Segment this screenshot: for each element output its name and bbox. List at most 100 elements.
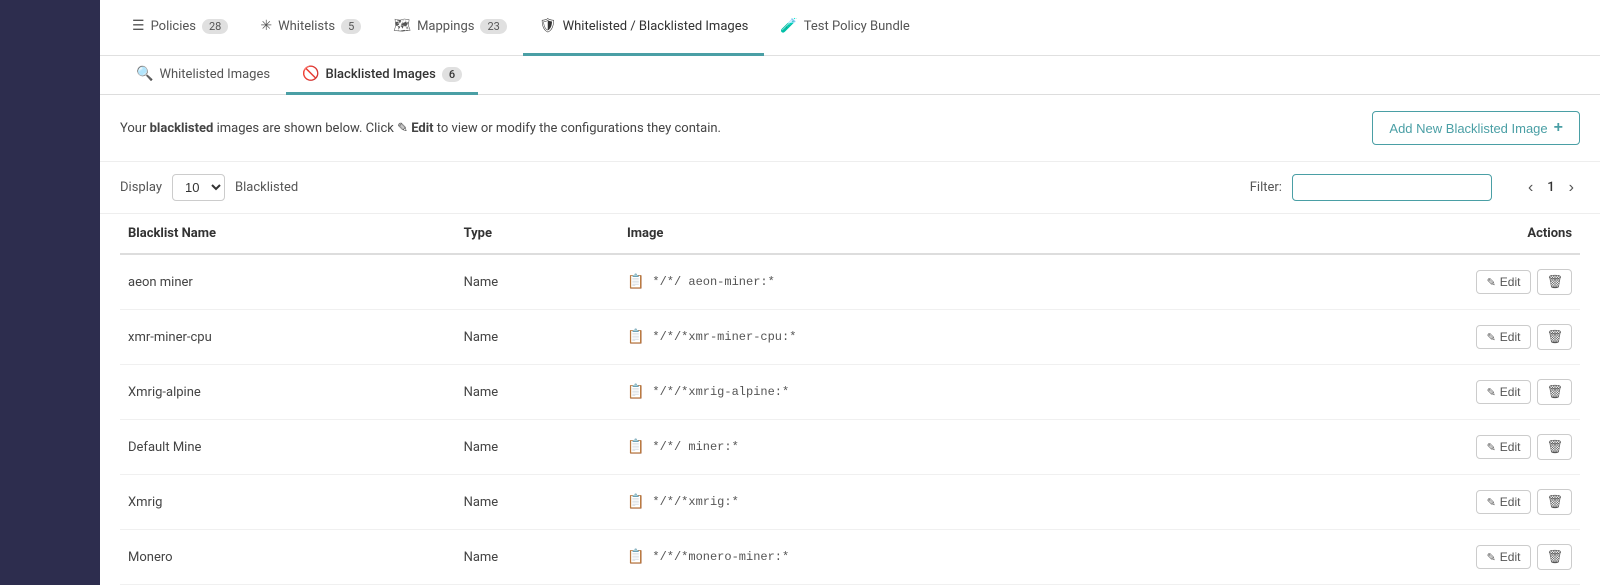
tab-mappings[interactable]: 🗺 Mappings 23 — [377, 0, 523, 56]
image-value-4: */*/*xmrig:* — [652, 495, 738, 509]
blacklisted-icon: 🚫 — [302, 66, 319, 82]
list-icon: ☰ — [132, 18, 145, 34]
sub-tab-blacklisted-label: Blacklisted Images — [326, 67, 436, 82]
table-header-row: Blacklist Name Type Image Actions — [120, 214, 1580, 254]
table-row: xmr-miner-cpu Name 📋 */*/*xmr-miner-cpu:… — [120, 310, 1580, 365]
prev-page-button[interactable]: ‹ — [1522, 177, 1539, 199]
table-row: Xmrig Name 📋 */*/*xmrig:* ✎ Edit 🗑 — [120, 475, 1580, 530]
cell-actions-3: ✎ Edit 🗑 — [1217, 420, 1580, 475]
blacklisted-bold: blacklisted — [150, 121, 214, 136]
mappings-icon: 🗺 — [393, 18, 411, 34]
edit-label-4: Edit — [1500, 495, 1521, 509]
trash-icon-2: 🗑 — [1546, 384, 1563, 399]
cell-type-1: Name — [456, 310, 619, 365]
table-container: Blacklist Name Type Image Actions aeon m… — [100, 214, 1600, 585]
filter-input[interactable] — [1292, 174, 1492, 201]
table-row: aeon miner Name 📋 */*/ aeon-miner:* ✎ Ed… — [120, 254, 1580, 310]
copy-icon-1: 📋 — [627, 329, 644, 346]
cell-actions-4: ✎ Edit 🗑 — [1217, 475, 1580, 530]
trash-icon-3: 🗑 — [1546, 439, 1563, 454]
main-content: ☰ Policies 28 ✳ Whitelists 5 🗺 Mappings … — [100, 0, 1600, 585]
cell-type-0: Name — [456, 254, 619, 310]
tab-whitelists-label: Whitelists — [278, 19, 335, 34]
cell-actions-1: ✎ Edit 🗑 — [1217, 310, 1580, 365]
toolbar-description: Your blacklisted images are shown below.… — [120, 121, 721, 136]
cell-image-0: 📋 */*/ aeon-miner:* — [619, 254, 1217, 310]
tab-mappings-label: Mappings — [417, 19, 474, 34]
edit-button-5[interactable]: ✎ Edit — [1476, 545, 1532, 569]
cell-type-3: Name — [456, 420, 619, 475]
cell-image-1: 📋 */*/*xmr-miner-cpu:* — [619, 310, 1217, 365]
delete-button-1[interactable]: 🗑 — [1537, 324, 1572, 350]
tab-whitelists-badge: 5 — [341, 19, 361, 34]
col-header-type: Type — [456, 214, 619, 254]
image-value-2: */*/*xmrig-alpine:* — [652, 385, 789, 399]
edit-label-1: Edit — [1500, 330, 1521, 344]
add-blacklisted-image-button[interactable]: Add New Blacklisted Image + — [1372, 111, 1580, 145]
add-blacklisted-image-label: Add New Blacklisted Image — [1389, 121, 1547, 136]
copy-icon-0: 📋 — [627, 274, 644, 291]
table-row: Xmrig-alpine Name 📋 */*/*xmrig-alpine:* … — [120, 365, 1580, 420]
edit-button-1[interactable]: ✎ Edit — [1476, 325, 1532, 349]
delete-button-0[interactable]: 🗑 — [1537, 269, 1572, 295]
delete-button-2[interactable]: 🗑 — [1537, 379, 1572, 405]
image-value-0: */*/ aeon-miner:* — [652, 275, 774, 289]
blacklisted-label: Blacklisted — [235, 180, 298, 195]
next-page-button[interactable]: › — [1563, 177, 1580, 199]
whitelisted-icon: 🔍 — [136, 66, 153, 82]
plus-icon: + — [1554, 119, 1563, 137]
delete-button-3[interactable]: 🗑 — [1537, 434, 1572, 460]
sub-tab-whitelisted-label: Whitelisted Images — [159, 67, 270, 82]
shield-icon: 🛡 — [539, 18, 557, 34]
tab-policies[interactable]: ☰ Policies 28 — [116, 0, 244, 56]
cell-image-5: 📋 */*/*monero-miner:* — [619, 530, 1217, 585]
trash-icon-4: 🗑 — [1546, 494, 1563, 509]
filter-label: Filter: — [1250, 180, 1282, 195]
cell-type-2: Name — [456, 365, 619, 420]
flask-icon: 🧪 — [780, 18, 797, 34]
edit-icon-2: ✎ — [1487, 386, 1496, 399]
edit-label-2: Edit — [1500, 385, 1521, 399]
trash-icon-5: 🗑 — [1546, 549, 1563, 564]
cell-name-1: xmr-miner-cpu — [120, 310, 456, 365]
delete-button-5[interactable]: 🗑 — [1537, 544, 1572, 570]
pagination: ‹ 1 › — [1522, 177, 1580, 199]
image-value-3: */*/ miner:* — [652, 440, 738, 454]
edit-button-2[interactable]: ✎ Edit — [1476, 380, 1532, 404]
display-select[interactable]: 10 25 50 — [172, 174, 225, 201]
sub-tab-whitelisted[interactable]: 🔍 Whitelisted Images — [120, 56, 286, 95]
cell-name-2: Xmrig-alpine — [120, 365, 456, 420]
copy-icon-3: 📋 — [627, 439, 644, 456]
edit-icon-0: ✎ — [1487, 276, 1496, 289]
tab-test-policy-label: Test Policy Bundle — [804, 19, 910, 34]
cell-image-4: 📋 */*/*xmrig:* — [619, 475, 1217, 530]
cell-name-0: aeon miner — [120, 254, 456, 310]
edit-word: Edit — [411, 121, 433, 136]
copy-icon-4: 📋 — [627, 494, 644, 511]
tab-test-policy[interactable]: 🧪 Test Policy Bundle — [764, 0, 926, 56]
table-row: Default Mine Name 📋 */*/ miner:* ✎ Edit … — [120, 420, 1580, 475]
edit-icon-3: ✎ — [1487, 441, 1496, 454]
tab-whitelists[interactable]: ✳ Whitelists 5 — [244, 0, 377, 56]
edit-button-3[interactable]: ✎ Edit — [1476, 435, 1532, 459]
tab-whitelisted-blacklisted[interactable]: 🛡 Whitelisted / Blacklisted Images — [523, 0, 764, 56]
asterisk-icon: ✳ — [260, 18, 272, 34]
edit-button-0[interactable]: ✎ Edit — [1476, 270, 1532, 294]
delete-button-4[interactable]: 🗑 — [1537, 489, 1572, 515]
sub-tab-blacklisted-badge: 6 — [442, 67, 462, 82]
tab-policies-badge: 28 — [202, 19, 228, 34]
tab-whitelisted-blacklisted-label: Whitelisted / Blacklisted Images — [563, 19, 749, 34]
copy-icon-5: 📋 — [627, 549, 644, 566]
cell-name-4: Xmrig — [120, 475, 456, 530]
col-header-name: Blacklist Name — [120, 214, 456, 254]
edit-label-5: Edit — [1500, 550, 1521, 564]
sub-tab-blacklisted[interactable]: 🚫 Blacklisted Images 6 — [286, 56, 478, 95]
copy-icon-2: 📋 — [627, 384, 644, 401]
top-nav: ☰ Policies 28 ✳ Whitelists 5 🗺 Mappings … — [100, 0, 1600, 56]
edit-button-4[interactable]: ✎ Edit — [1476, 490, 1532, 514]
display-label: Display — [120, 180, 162, 195]
image-value-5: */*/*monero-miner:* — [652, 550, 789, 564]
current-page: 1 — [1547, 180, 1554, 195]
col-header-actions: Actions — [1217, 214, 1580, 254]
edit-icon-4: ✎ — [1487, 496, 1496, 509]
